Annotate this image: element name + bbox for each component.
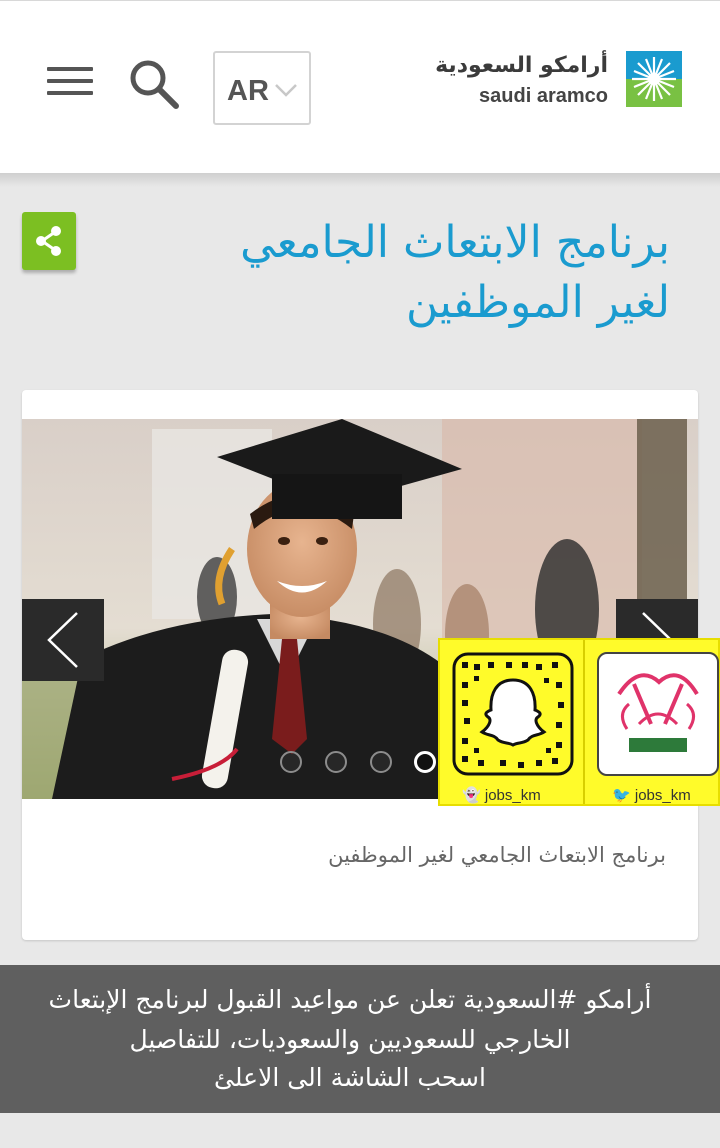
carousel-dot-1[interactable] <box>280 751 302 773</box>
snapchat-icon: 👻 <box>462 787 481 804</box>
page-title: برنامج الابتعاث الجامعي لغير الموظفين <box>150 213 670 333</box>
language-code: AR <box>227 75 269 107</box>
page-bottom <box>0 1113 720 1148</box>
carousel-prev-button[interactable] <box>22 599 104 681</box>
jobs-brand-logo <box>597 652 719 776</box>
carousel-dot-4[interactable] <box>414 751 436 773</box>
saudi-aramco-logo[interactable]: أرامكو السعودية saudi aramco <box>435 49 686 111</box>
carousel-dot-2[interactable] <box>325 751 347 773</box>
page-title-line-2: لغير الموظفين <box>405 277 670 328</box>
page-title-line-1: برنامج الابتعاث الجامعي <box>240 217 670 268</box>
search-icon[interactable] <box>126 56 182 112</box>
banner-line-1: أرامكو #السعودية تعلن عن مواعيد القبول ل… <box>48 985 652 1014</box>
carousel-dot-3[interactable] <box>370 751 392 773</box>
share-icon <box>36 226 61 256</box>
overlay-caption-banner: أرامكو #السعودية تعلن عن مواعيد القبول ل… <box>0 965 720 1113</box>
banner-line-3: اسحب الشاشة الى الاعلئ <box>214 1063 486 1092</box>
logo-english-text: saudi aramco <box>479 85 608 107</box>
chevron-down-icon <box>275 84 297 97</box>
site-header: AR أرامكو السعودية saudi aramco <box>0 1 720 173</box>
hamburger-icon[interactable] <box>47 67 93 97</box>
banner-line-2: الخارجي للسعوديين والسعوديات، للتفاصيل <box>129 1025 571 1054</box>
share-button[interactable] <box>22 212 76 270</box>
chevron-left-icon <box>47 612 78 668</box>
twitter-handle: 🐦 jobs_km <box>612 787 691 804</box>
aramco-star-icon <box>626 51 682 107</box>
header-shadow <box>0 173 720 187</box>
overlay-divider <box>583 640 585 804</box>
slide-caption: برنامج الابتعاث الجامعي لغير الموظفين <box>328 843 666 867</box>
language-selector[interactable]: AR <box>213 51 311 125</box>
social-watermark: 👻 jobs_km 🐦 jobs_km <box>438 638 720 806</box>
logo-arabic-text: أرامكو السعودية <box>435 53 608 78</box>
snapcode-image <box>452 652 574 776</box>
snapchat-handle: 👻 jobs_km <box>462 787 541 804</box>
twitter-icon: 🐦 <box>612 787 631 804</box>
